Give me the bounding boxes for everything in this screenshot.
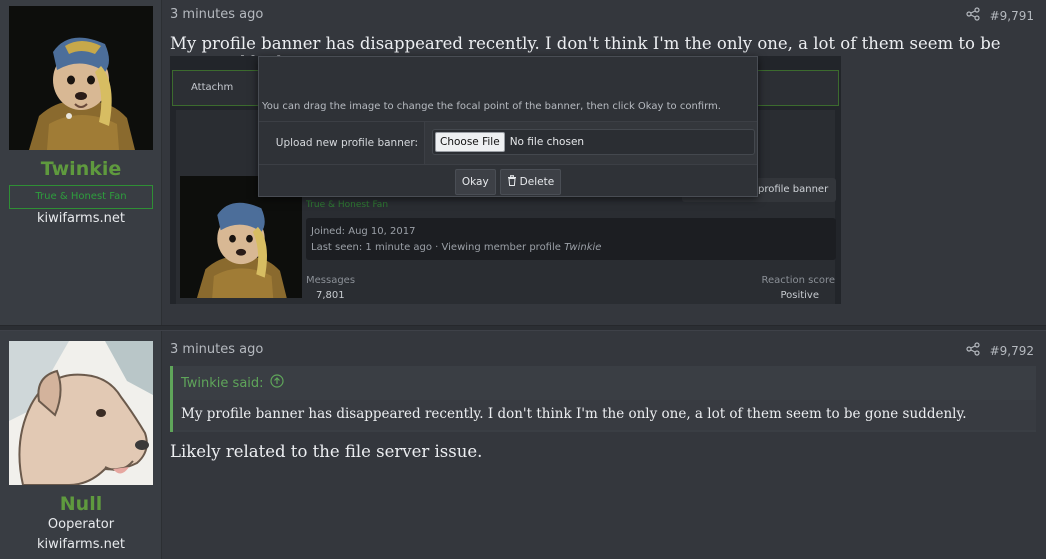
reaction-stat: Reaction score Positive	[761, 275, 835, 301]
trash-icon	[507, 175, 517, 189]
user-title: Ooperator	[47, 517, 115, 532]
avatar[interactable]	[9, 341, 153, 485]
banner-modal: You can drag the image to change the foc…	[258, 56, 758, 197]
user-title-faded: True & Honest Fan	[306, 200, 389, 210]
avatar[interactable]	[9, 6, 153, 150]
last-seen: Last seen: 1 minute ago · Viewing member…	[311, 242, 602, 253]
user-cell: Twinkie True & Honest Fan kiwifarms.net	[0, 0, 162, 325]
post-time[interactable]: 3 minutes ago	[170, 7, 263, 22]
quote-author[interactable]: Twinkie said:	[181, 374, 284, 392]
username[interactable]: Null	[0, 493, 162, 515]
messages-stat: Messages 7,801	[306, 275, 356, 301]
attachment-label: Attachm	[191, 82, 234, 93]
user-cell: Null Ooperator kiwifarms.net	[0, 331, 162, 559]
post-body: Likely related to the file server issue.	[170, 442, 483, 461]
user-title-banner: True & Honest Fan	[9, 185, 153, 209]
okay-button[interactable]: Okay	[454, 169, 496, 195]
post-share: #9,792	[965, 342, 1034, 359]
choose-file-button[interactable]: Choose File	[435, 132, 505, 152]
file-input[interactable]: Choose File No file chosen	[432, 129, 755, 155]
arrow-up-circle-icon[interactable]	[269, 374, 284, 392]
delete-button[interactable]: Delete	[499, 169, 562, 195]
quote-block: Twinkie said: My profile banner has disa…	[170, 366, 1036, 432]
user-site: kiwifarms.net	[37, 537, 125, 552]
quote-text: My profile banner has disappeared recent…	[173, 400, 1036, 430]
file-status: No file chosen	[509, 136, 585, 148]
post-time[interactable]: 3 minutes ago	[170, 342, 263, 357]
post-number[interactable]: #9,792	[990, 344, 1034, 358]
username[interactable]: Twinkie	[0, 158, 162, 180]
modal-footer: Okay Delete	[259, 167, 757, 197]
joined-date: Joined: Aug 10, 2017	[311, 226, 416, 237]
post-number[interactable]: #9,791	[990, 9, 1034, 23]
share-icon[interactable]	[965, 7, 980, 24]
upload-row: Upload new profile banner: Choose File N…	[259, 121, 757, 165]
modal-hint: You can drag the image to change the foc…	[262, 101, 721, 112]
member-info: Joined: Aug 10, 2017 Last seen: 1 minute…	[306, 218, 836, 260]
share-icon[interactable]	[965, 342, 980, 359]
upload-label: Upload new profile banner:	[259, 122, 424, 164]
post-9791: Twinkie True & Honest Fan kiwifarms.net …	[0, 0, 1046, 326]
post-share: #9,791	[965, 7, 1034, 24]
post-9792: Null Ooperator kiwifarms.net 3 minutes a…	[0, 330, 1046, 559]
user-site: kiwifarms.net	[37, 211, 125, 226]
